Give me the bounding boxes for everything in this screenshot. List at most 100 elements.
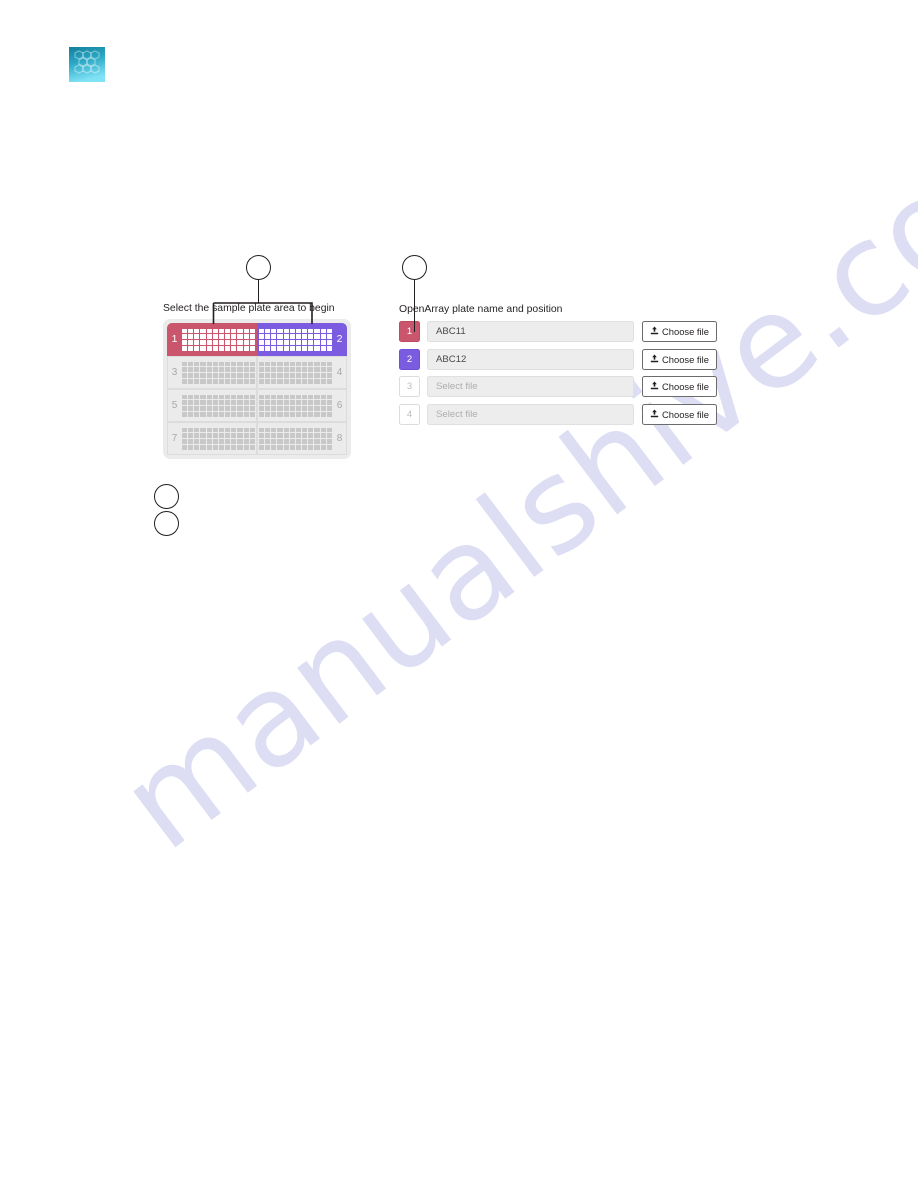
plate-well — [225, 411, 231, 417]
plate-well — [231, 427, 237, 433]
plate-well — [218, 328, 225, 334]
plate-well — [194, 427, 200, 433]
plate-quadrant-1[interactable]: 1 — [167, 323, 257, 356]
plate-well — [194, 411, 200, 417]
plate-well — [314, 367, 320, 372]
plate-name-input-4[interactable]: Select file — [427, 403, 634, 425]
plate-well — [320, 411, 326, 417]
plate-name-input-2[interactable]: ABC12 — [427, 348, 634, 370]
plate-well — [200, 328, 206, 334]
plate-quadrant-3[interactable]: 3 — [167, 356, 257, 389]
plate-well — [218, 373, 225, 378]
plate-well — [271, 394, 277, 400]
plate-quadrant-8[interactable]: 8 — [257, 422, 347, 455]
plate-well — [295, 427, 302, 433]
plate-well — [212, 378, 218, 384]
plate-well — [283, 340, 289, 345]
quadrant-number: 6 — [336, 399, 343, 411]
plate-well — [259, 378, 265, 384]
plate-quadrant-7[interactable]: 7 — [167, 422, 257, 455]
choose-file-button-1[interactable]: Choose file — [642, 321, 717, 342]
plate-well — [188, 400, 194, 405]
plate-well — [225, 406, 231, 411]
plate-well — [271, 378, 277, 384]
plate-quadrant-6[interactable]: 6 — [257, 389, 347, 422]
plate-quadrant-4[interactable]: 4 — [257, 356, 347, 389]
plate-well — [206, 394, 212, 400]
plate-well — [249, 433, 255, 438]
plate-well — [237, 328, 243, 334]
plate-well — [243, 334, 249, 339]
plate-well — [271, 373, 277, 378]
plate-well — [271, 406, 277, 411]
plate-well — [295, 328, 302, 334]
plate-well — [225, 361, 231, 367]
plate-quadrant-5[interactable]: 5 — [167, 389, 257, 422]
plate-well — [326, 444, 332, 450]
position-badge-4[interactable]: 4 — [399, 403, 420, 425]
plate-well — [206, 340, 212, 345]
plate-well — [225, 378, 231, 384]
plate-well — [225, 439, 231, 444]
plate-name-input-1[interactable]: ABC11 — [427, 321, 634, 342]
plate-well — [212, 394, 218, 400]
plate-name-input-3[interactable]: Select file — [427, 376, 634, 397]
plate-well — [302, 411, 308, 417]
plate-well — [283, 411, 289, 417]
position-badge-3[interactable]: 3 — [399, 376, 420, 397]
plate-well — [326, 400, 332, 405]
plate-well — [249, 394, 255, 400]
plate-well — [225, 373, 231, 378]
plate-well — [320, 361, 326, 367]
plate-well — [194, 406, 200, 411]
plate-well — [249, 400, 255, 405]
plate-well — [314, 411, 320, 417]
plate-well — [188, 378, 194, 384]
choose-file-button-4[interactable]: Choose file — [642, 403, 717, 425]
plate-well — [225, 433, 231, 438]
plate-well — [231, 406, 237, 411]
plate-well — [225, 394, 231, 400]
plate-well — [289, 334, 295, 339]
plate-well — [212, 340, 218, 345]
sample-plate-grid[interactable]: 1 2 3 4 5 6 7 8 — [163, 319, 351, 459]
plate-well — [218, 411, 225, 417]
plate-well — [277, 361, 283, 367]
plate-well — [302, 334, 308, 339]
plate-well — [188, 367, 194, 372]
choose-file-button-2[interactable]: Choose file — [642, 348, 717, 370]
plate-well — [182, 378, 188, 384]
plate-well — [271, 433, 277, 438]
plate-well — [277, 411, 283, 417]
well-grid — [181, 361, 256, 384]
plate-well — [308, 433, 314, 438]
well-grid — [181, 394, 256, 417]
plate-well — [194, 439, 200, 444]
plate-well — [218, 433, 225, 438]
choose-file-button-3[interactable]: Choose file — [642, 376, 717, 397]
plate-well — [308, 373, 314, 378]
plate-well — [308, 406, 314, 411]
plate-well — [308, 345, 314, 351]
plate-quadrant-2[interactable]: 2 — [257, 323, 347, 356]
position-badge-1[interactable]: 1 — [399, 321, 420, 342]
plate-well — [314, 406, 320, 411]
position-badge-2[interactable]: 2 — [399, 348, 420, 370]
plate-well — [259, 361, 265, 367]
plate-well — [289, 406, 295, 411]
plate-well — [231, 411, 237, 417]
plate-well — [237, 400, 243, 405]
plate-well — [231, 378, 237, 384]
plate-well — [320, 373, 326, 378]
plate-well — [320, 378, 326, 384]
plate-well — [326, 427, 332, 433]
plate-well — [231, 394, 237, 400]
plate-well — [277, 334, 283, 339]
plate-well — [182, 433, 188, 438]
plate-well — [218, 340, 225, 345]
plate-well — [206, 373, 212, 378]
callout-bracket-1 — [212, 302, 313, 324]
plate-well — [243, 378, 249, 384]
upload-icon — [650, 381, 659, 392]
plate-well — [265, 340, 271, 345]
